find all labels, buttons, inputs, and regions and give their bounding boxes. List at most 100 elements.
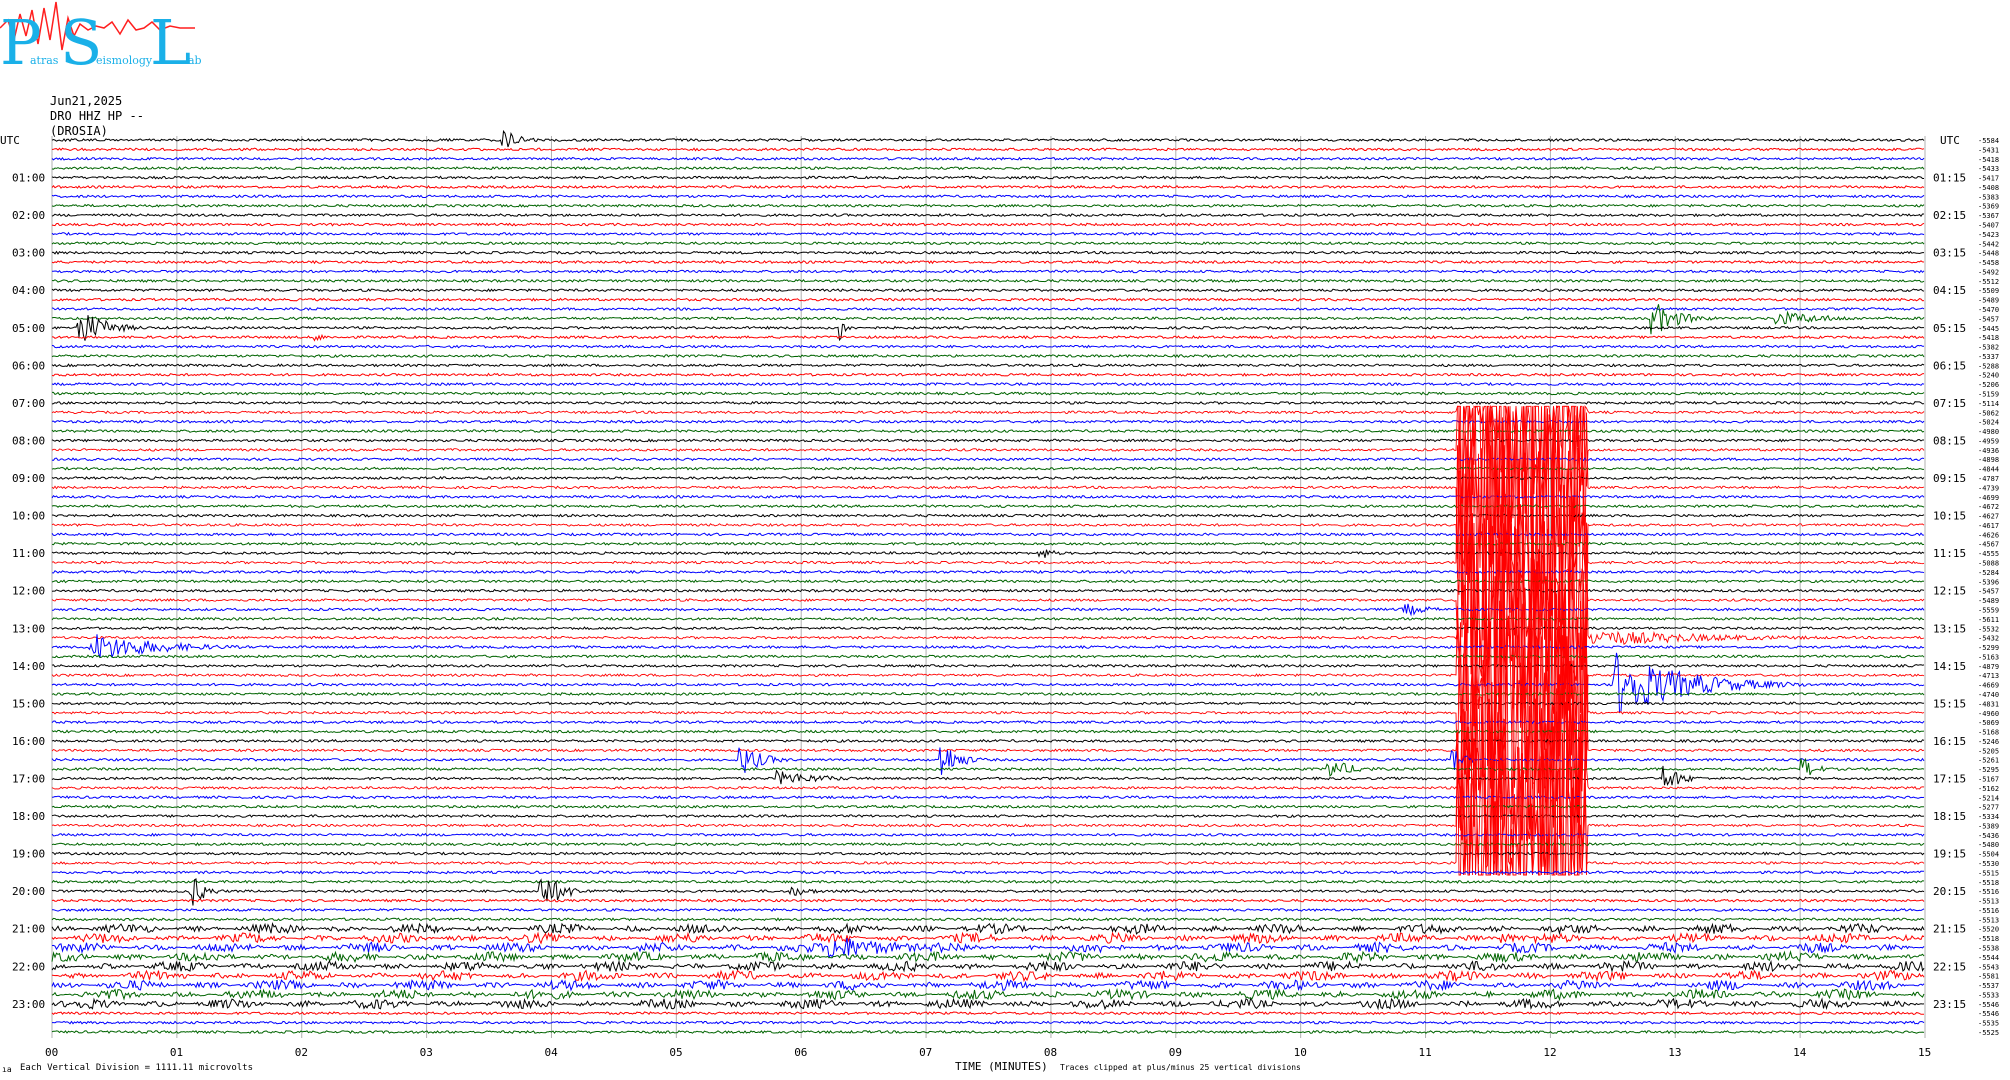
row-offset-label: -5513 bbox=[1978, 916, 1999, 924]
row-offset-label: -5369 bbox=[1978, 203, 1999, 211]
trace-line bbox=[51, 166, 1925, 171]
row-offset-label: -5062 bbox=[1978, 409, 1999, 417]
hour-label-left: 17:00 bbox=[12, 772, 45, 785]
hour-label-left: 22:00 bbox=[12, 960, 45, 973]
x-tick-label: 12 bbox=[1543, 1046, 1556, 1059]
trace-line bbox=[51, 504, 1925, 509]
hour-label-right: 19:15 bbox=[1933, 848, 1966, 861]
trace-line bbox=[51, 978, 1925, 992]
hour-label-left: 16:00 bbox=[12, 735, 45, 748]
trace-line bbox=[51, 729, 1925, 734]
row-offset-label: -5418 bbox=[1978, 156, 1999, 164]
row-offset-label: -5240 bbox=[1978, 372, 1999, 380]
row-offset-label: -5458 bbox=[1978, 259, 1999, 267]
trace-line bbox=[51, 269, 1925, 274]
hour-label-right: 02:15 bbox=[1933, 209, 1966, 222]
trace-line bbox=[51, 588, 1925, 593]
row-offset-label: -5432 bbox=[1978, 635, 1999, 643]
hour-label-left: 09:00 bbox=[12, 472, 45, 485]
row-offset-label: -5537 bbox=[1978, 982, 1999, 990]
row-offset-label: -4555 bbox=[1978, 550, 1999, 558]
row-offset-label: -5457 bbox=[1978, 315, 1999, 323]
trace-line bbox=[51, 851, 1925, 856]
row-offset-label: -5417 bbox=[1978, 175, 1999, 183]
trace-line bbox=[51, 419, 1925, 424]
trace-line bbox=[51, 129, 1925, 148]
trace-line bbox=[51, 306, 1925, 312]
trace-line bbox=[51, 147, 1925, 152]
trace-line bbox=[51, 804, 1924, 809]
row-offset-label: -4739 bbox=[1978, 484, 1999, 492]
x-tick-label: 05 bbox=[669, 1046, 682, 1059]
row-offset-label: -4879 bbox=[1978, 663, 1999, 671]
hour-label-right: 03:15 bbox=[1933, 247, 1966, 260]
row-offset-label: -5168 bbox=[1978, 729, 1999, 737]
row-offset-label: -4626 bbox=[1978, 531, 1999, 539]
hour-label-left: 19:00 bbox=[12, 848, 45, 861]
row-offset-label: -5480 bbox=[1978, 841, 1999, 849]
trace-line bbox=[51, 757, 1925, 777]
trace-line bbox=[51, 231, 1925, 237]
trace-line bbox=[51, 372, 1925, 377]
trace-line bbox=[51, 381, 1925, 387]
trace-line bbox=[51, 701, 1924, 706]
trace-line bbox=[51, 494, 1925, 499]
trace-line bbox=[51, 532, 1925, 537]
x-tick-label: 09 bbox=[1169, 1046, 1182, 1059]
hour-label-right: 04:15 bbox=[1933, 284, 1966, 297]
row-offset-label: -5205 bbox=[1978, 747, 1999, 755]
row-offset-label: -5423 bbox=[1978, 231, 1999, 239]
trace-line bbox=[51, 842, 1925, 847]
row-offset-label: -4567 bbox=[1978, 541, 1999, 549]
trace-line bbox=[51, 747, 1925, 775]
trace-line bbox=[51, 997, 1925, 1011]
helicorder-chart: 00 01 02 03 04 05 06 07 08 09 10 11 12 13 14 15 UTC UTC 01… bbox=[0, 129, 1999, 1074]
row-offset-label: -5431 bbox=[1978, 146, 1999, 154]
trace-line bbox=[51, 626, 1925, 631]
trace-line bbox=[51, 353, 1925, 358]
trace-line bbox=[51, 950, 1925, 964]
trace-line bbox=[51, 922, 1925, 936]
row-offset-label: -5284 bbox=[1978, 569, 1999, 577]
trace-line bbox=[51, 475, 1925, 481]
hour-label-right: 07:15 bbox=[1933, 397, 1966, 410]
trace-line bbox=[51, 241, 1925, 246]
row-offset-label: -4960 bbox=[1978, 710, 1999, 718]
trace-line bbox=[51, 513, 1925, 518]
row-offset-label: -5389 bbox=[1978, 822, 1999, 830]
hour-label-left: 02:00 bbox=[12, 209, 45, 222]
row-offset-label: -5489 bbox=[1978, 597, 1999, 605]
x-axis-title: TIME (MINUTES) bbox=[955, 1060, 1048, 1073]
row-offset-label: -5383 bbox=[1978, 193, 1999, 201]
hour-label-right: 21:15 bbox=[1933, 923, 1966, 936]
trace-line bbox=[51, 870, 1925, 875]
row-offset-label: -4672 bbox=[1978, 503, 1999, 511]
trace-line bbox=[51, 404, 1925, 653]
row-offset-label: -5581 bbox=[1978, 973, 1999, 981]
hour-label-left: 05:00 bbox=[12, 322, 45, 335]
trace-line bbox=[51, 663, 1925, 668]
hour-label-right: 14:15 bbox=[1933, 660, 1966, 673]
x-tick-label: 10 bbox=[1294, 1046, 1307, 1059]
trace-line bbox=[51, 654, 1925, 659]
trace-line bbox=[51, 400, 1925, 405]
trace-line bbox=[51, 878, 1925, 906]
hour-label-left: 11:00 bbox=[12, 547, 45, 560]
row-offset-label: -4699 bbox=[1978, 494, 1999, 502]
trace-line bbox=[51, 405, 1925, 616]
trace-line bbox=[51, 429, 1925, 434]
x-tick-label: 04 bbox=[544, 1046, 558, 1059]
trace-line bbox=[51, 203, 1925, 208]
trace-line bbox=[52, 603, 1925, 617]
trace-line bbox=[52, 391, 1925, 396]
hour-label-right: 13:15 bbox=[1933, 622, 1966, 635]
hour-label-left: 06:00 bbox=[12, 359, 45, 372]
left-utc-label: UTC bbox=[0, 134, 20, 147]
trace-line bbox=[51, 304, 1925, 335]
row-offset-label: -5448 bbox=[1978, 250, 1999, 258]
trace-line bbox=[51, 457, 1925, 462]
hour-label-right: 08:15 bbox=[1933, 434, 1966, 447]
hour-label-right: 20:15 bbox=[1933, 885, 1966, 898]
row-offset-label: -5334 bbox=[1978, 813, 1999, 821]
trace-line bbox=[51, 616, 1925, 621]
